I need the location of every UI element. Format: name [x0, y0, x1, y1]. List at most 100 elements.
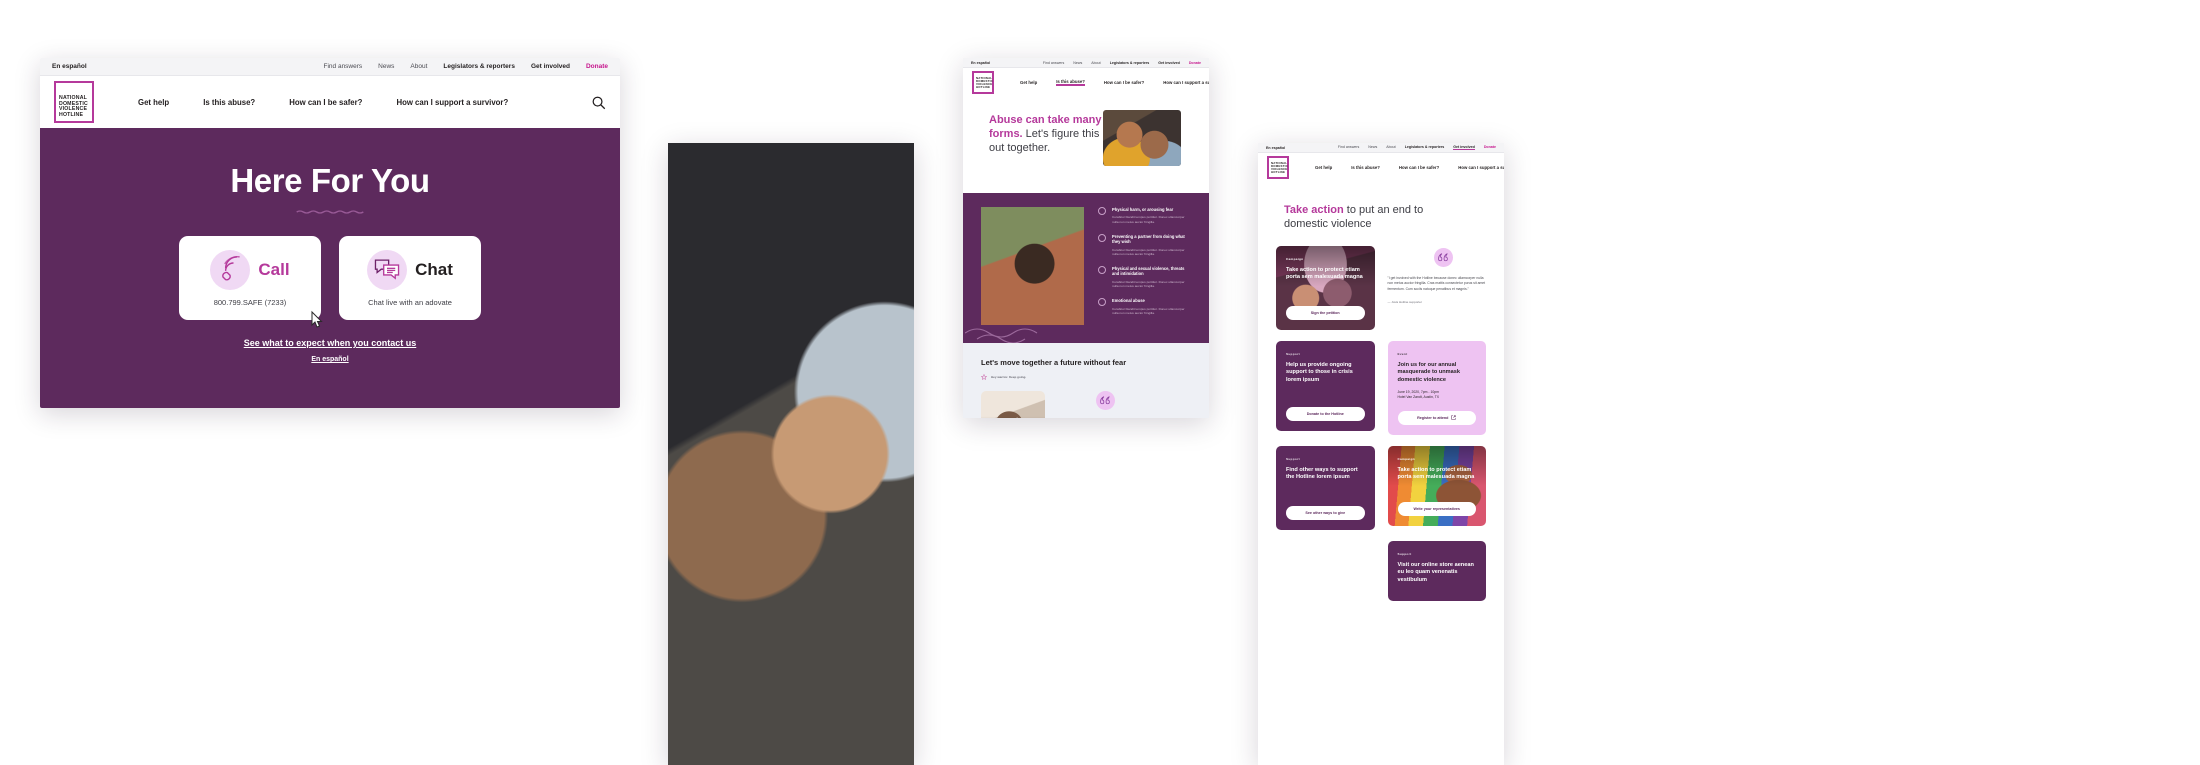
utility-link-donate[interactable]: Donate [1189, 61, 1201, 65]
action-card-other-ways[interactable]: Support Find other ways to support the H… [1276, 445, 1375, 530]
utility-nav: En español Find answers News About Legis… [40, 58, 620, 76]
squiggle-divider [296, 210, 364, 214]
testimonial-block: "I get involved with the Hotline because… [1388, 246, 1487, 330]
chat-card[interactable]: Chat Chat live with an adovate [339, 236, 481, 320]
utility-link-get-involved[interactable]: Get involved [1158, 61, 1180, 65]
utility-link-about[interactable]: About [1386, 145, 1395, 150]
utility-link-find-answers[interactable]: Find answers [1338, 145, 1359, 150]
nav-get-help[interactable]: Get help [138, 98, 169, 107]
nav-is-this-abuse[interactable]: Is this abuse? [203, 98, 255, 107]
utility-link-legislators-reporters[interactable]: Legislators & reporters [1110, 61, 1150, 65]
utility-link-get-involved[interactable]: Get involved [1453, 145, 1475, 150]
call-card-title: Call [258, 259, 290, 279]
call-card-phone: 800.799.SAFE (7233) [213, 297, 287, 307]
action-card-kicker: Support [1286, 351, 1300, 356]
utility-link-legislators-reporters[interactable]: Legislators & reporters [1405, 145, 1445, 150]
donate-to-the-hotline-button[interactable]: Donate to the Hotline [1286, 406, 1365, 421]
utility-link-news[interactable]: News [378, 63, 394, 70]
utility-link-news[interactable]: News [1073, 61, 1082, 65]
write-your-representatives-label: Write your representatives [1413, 506, 1460, 511]
utility-link-legislators-reporters[interactable]: Legislators & reporters [443, 63, 515, 70]
utility-link-donate[interactable]: Donate [586, 63, 608, 70]
mouse-cursor [311, 310, 323, 328]
nav-how-can-i-support-a-survivor[interactable]: How can I support a survivor? [1163, 80, 1209, 85]
logo-line-4: HOTLINE [976, 85, 991, 90]
what-abuse-looks-like-section: This is what domestic abuse can look lik… [963, 193, 1209, 344]
sign-the-petition-label: Sign the petition [1310, 310, 1340, 315]
check-circle-icon [1098, 266, 1106, 275]
action-card-kicker: Campaign [1286, 256, 1304, 261]
nav-get-help[interactable]: Get help [1315, 165, 1332, 170]
utility-link-about[interactable]: About [410, 63, 427, 70]
utility-link-find-answers[interactable]: Find answers [324, 63, 363, 70]
register-to-attend-button[interactable]: Register to attend [1397, 410, 1476, 425]
screenshot-canvas: En español Find answers News About Legis… [0, 0, 2200, 765]
action-card-online-store[interactable]: Support Visit our online store aenean eu… [1387, 540, 1486, 601]
future-note-label: Hey warrior. Keep going. [991, 374, 1027, 379]
action-card-title: Find other ways to support the Hotline l… [1286, 466, 1358, 481]
nav-how-can-i-support-a-survivor[interactable]: How can I support a survivor? [396, 98, 508, 107]
utility-nav-espanol[interactable]: En español [1266, 146, 1285, 150]
site-logo[interactable]: NATIONAL DOMESTIC VIOLENCE HOTLINE [1267, 155, 1289, 179]
utility-link-about[interactable]: About [1091, 61, 1100, 65]
chat-card-subtitle: Chat live with an adovate [368, 297, 452, 307]
sign-the-petition-button[interactable]: Sign the petition [1286, 305, 1365, 320]
list-item: Emotional abuse Curabitur blandit tempus… [1098, 298, 1191, 316]
squiggle-divider [965, 328, 1038, 344]
take-action-card-grid: Campaign Take action to protect etiam po… [1258, 245, 1504, 619]
list-item-body: Curabitur blandit tempus porttitor. Done… [1112, 306, 1185, 316]
hero-heading: Abuse can take many forms. Let's figure … [989, 114, 1114, 156]
nav-is-this-abuse[interactable]: Is this abuse? [1351, 165, 1380, 170]
action-card-meta: June 19, 2020, 7pm - 10pm Hotel Van Zand… [1397, 390, 1440, 400]
utility-link-news[interactable]: News [1368, 145, 1377, 150]
utility-link-find-answers[interactable]: Find answers [1043, 61, 1064, 65]
en-espanol-link[interactable]: En español [244, 356, 417, 363]
nav-is-this-abuse[interactable]: Is this abuse? [1056, 79, 1085, 86]
main-nav: NATIONAL DOMESTIC VIOLENCE HOTLINE Get h… [40, 76, 620, 128]
spotlight-photo [668, 143, 914, 765]
hero-photo-couple [1103, 110, 1181, 166]
chat-card-title: Chat [415, 259, 453, 279]
action-card-title: Visit our online store aenean eu leo qua… [1397, 561, 1474, 583]
see-other-ways-to-give-button[interactable]: See other ways to give [1286, 505, 1365, 520]
action-card-event[interactable]: Event Join us for our annual masquerade … [1387, 340, 1486, 435]
list-item-title: Physical harm, or arousing fear [1112, 207, 1174, 212]
site-logo[interactable]: NATIONAL DOMESTIC VIOLENCE HOTLINE [54, 81, 94, 123]
nav-how-can-i-be-safer[interactable]: How can I be safer? [289, 98, 362, 107]
site-logo[interactable]: NATIONAL DOMESTIC VIOLENCE HOTLINE [972, 70, 994, 94]
search-icon[interactable] [591, 95, 606, 110]
action-card-title: Help us provide ongoing support to those… [1286, 361, 1353, 383]
browser-screenshot-abuse-forms: En español Find answers News About Legis… [963, 58, 1209, 418]
check-circle-icon [1098, 207, 1106, 215]
write-your-representatives-button[interactable]: Write your representatives [1397, 501, 1476, 516]
page-title: Here For You [230, 162, 430, 199]
nav-how-can-i-support-a-survivor[interactable]: How can I support a survivor? [1458, 165, 1504, 170]
action-card-representatives[interactable]: Campaign Take action to protect etiam po… [1387, 445, 1486, 526]
hero-section: Take action to put an end to domestic vi… [1258, 181, 1504, 246]
check-circle-icon [1098, 298, 1106, 307]
article-card-sexual-past[interactable]: Is your sexual past being used against y… [981, 390, 1046, 418]
utility-link-donate[interactable]: Donate [1484, 145, 1496, 150]
call-card[interactable]: Call 800.799.SAFE (7233) [179, 236, 323, 328]
hero-heading-accent: Take action [1284, 204, 1344, 216]
logo-line-4: HOTLINE [59, 111, 84, 118]
article-card-caption: Is your sexual past being used against y… [989, 417, 1027, 418]
utility-nav-espanol[interactable]: En español [971, 61, 990, 65]
star-icon [981, 373, 987, 380]
utility-nav-espanol[interactable]: En español [52, 63, 87, 70]
action-card-donate[interactable]: Support Help us provide ongoing support … [1276, 340, 1375, 431]
utility-nav: En español Find answers News About Legis… [963, 58, 1209, 68]
see-what-to-expect-link[interactable]: See what to expect when you contact us [244, 338, 417, 348]
nav-how-can-i-be-safer[interactable]: How can I be safer? [1399, 165, 1439, 170]
future-section: Let's move together a future without fea… [963, 343, 1209, 418]
action-card-kicker: Support [1397, 551, 1412, 556]
action-card-kicker: Event [1397, 351, 1408, 356]
action-card-petition[interactable]: Campaign Take action to protect etiam po… [1276, 245, 1375, 330]
nav-get-help[interactable]: Get help [1020, 80, 1037, 85]
hero-section: Here For You Call 800.799.SAFE (7233) Ch… [40, 128, 620, 408]
register-to-attend-label: Register to attend [1417, 415, 1449, 420]
utility-link-get-involved[interactable]: Get involved [531, 63, 570, 70]
list-item-body: Curabitur blandit tempus porttitor. Done… [1112, 279, 1185, 289]
nav-how-can-i-be-safer[interactable]: How can I be safer? [1104, 80, 1144, 85]
see-other-ways-to-give-label: See other ways to give [1305, 510, 1346, 515]
